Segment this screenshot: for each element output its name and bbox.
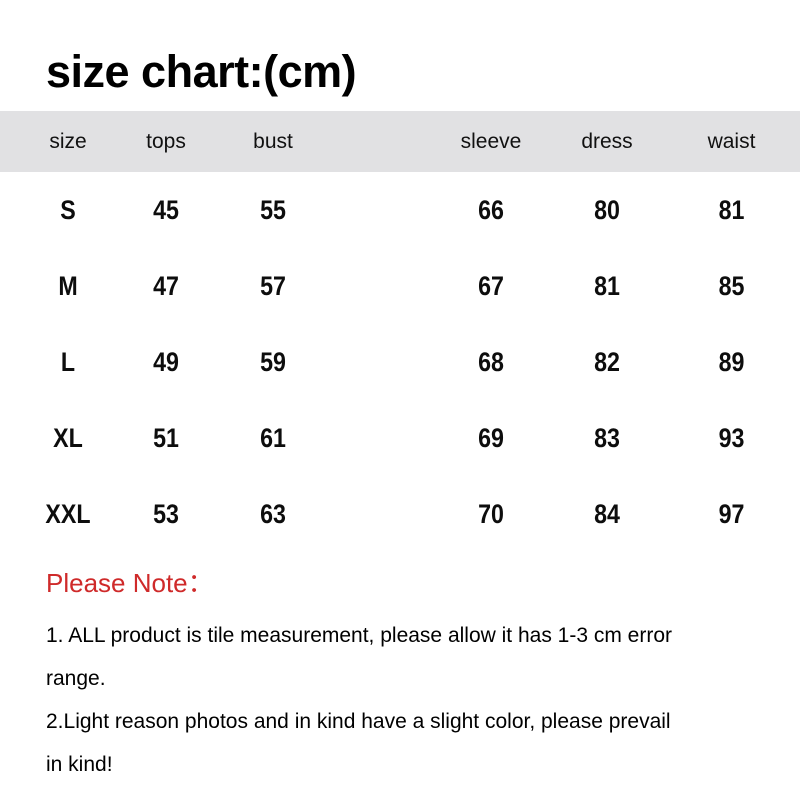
cell-dress: 84 (594, 498, 620, 529)
notes-heading: Please Note： (46, 568, 214, 598)
cell-tops: 53 (153, 498, 179, 529)
cell-size: L (60, 346, 76, 377)
note-line: in kind! (46, 753, 113, 776)
cell-sleeve: 70 (478, 498, 504, 529)
cell-size: S (60, 194, 76, 225)
cell-dress: 81 (594, 270, 620, 301)
cell-bust: 57 (260, 270, 286, 301)
size-chart-table: size tops bust sleeve dress waist S 45 5… (0, 111, 800, 552)
table-row: XXL 53 63 70 84 97 (0, 476, 800, 552)
column-header-dress: dress (581, 129, 633, 153)
header-spacer-right (795, 111, 800, 172)
table-header: size tops bust sleeve dress waist (0, 111, 800, 172)
row-spacer-middle (336, 324, 429, 400)
cell-dress: 83 (594, 422, 620, 453)
row-spacer-left (2, 248, 21, 324)
notes-section: Please Note： 1. ALL product is tile meas… (46, 566, 786, 786)
row-spacer-middle (336, 248, 429, 324)
cell-sleeve: 69 (478, 422, 504, 453)
header-spacer-left (0, 111, 22, 172)
table-header-row: size tops bust sleeve dress waist (0, 111, 800, 172)
column-header-waist: waist (707, 129, 756, 153)
row-spacer-left (2, 400, 21, 476)
cell-bust: 55 (260, 194, 286, 225)
row-spacer-left (2, 324, 21, 400)
cell-waist: 85 (718, 270, 745, 301)
cell-bust: 59 (260, 346, 286, 377)
note-line: range. (46, 667, 106, 690)
row-spacer-right (795, 248, 799, 324)
column-header-size: size (49, 129, 87, 153)
cell-waist: 89 (718, 346, 745, 377)
cell-size: XXL (45, 498, 91, 529)
page-title: size chart:(cm) (46, 46, 357, 97)
cell-size: M (58, 270, 78, 301)
column-header-sleeve: sleeve (460, 129, 522, 153)
note-line: 1. ALL product is tile measurement, plea… (46, 624, 673, 647)
cell-sleeve: 67 (478, 270, 504, 301)
column-header-bust: bust (253, 129, 293, 153)
cell-sleeve: 66 (478, 194, 504, 225)
row-spacer-right (795, 172, 799, 248)
row-spacer-left (2, 172, 21, 248)
row-spacer-middle (336, 400, 429, 476)
cell-tops: 47 (153, 270, 179, 301)
cell-tops: 51 (153, 422, 179, 453)
cell-dress: 82 (594, 346, 620, 377)
note-line: 2.Light reason photos and in kind have a… (46, 710, 671, 733)
cell-tops: 49 (153, 346, 179, 377)
row-spacer-left (2, 476, 21, 552)
header-spacer-middle (328, 111, 436, 172)
cell-waist: 97 (718, 498, 745, 529)
table-row: L 49 59 68 82 89 (0, 324, 800, 400)
row-spacer-middle (336, 172, 429, 248)
cell-size: XL (53, 422, 83, 453)
cell-sleeve: 68 (478, 346, 504, 377)
cell-tops: 45 (153, 194, 179, 225)
row-spacer-right (795, 476, 799, 552)
cell-waist: 81 (718, 194, 745, 225)
table-row: M 47 57 67 81 85 (0, 248, 800, 324)
cell-dress: 80 (594, 194, 620, 225)
size-chart-page: size chart:(cm) size tops bust sleeve dr… (0, 0, 800, 800)
table-row: S 45 55 66 80 81 (0, 172, 800, 248)
row-spacer-right (795, 324, 799, 400)
cell-bust: 61 (260, 422, 286, 453)
row-spacer-middle (336, 476, 429, 552)
cell-waist: 93 (718, 422, 745, 453)
cell-bust: 63 (260, 498, 286, 529)
table-row: XL 51 61 69 83 93 (0, 400, 800, 476)
table-body: S 45 55 66 80 81 M 47 57 67 81 85 L 49 5… (0, 172, 800, 552)
row-spacer-right (795, 400, 799, 476)
column-header-tops: tops (146, 129, 186, 153)
